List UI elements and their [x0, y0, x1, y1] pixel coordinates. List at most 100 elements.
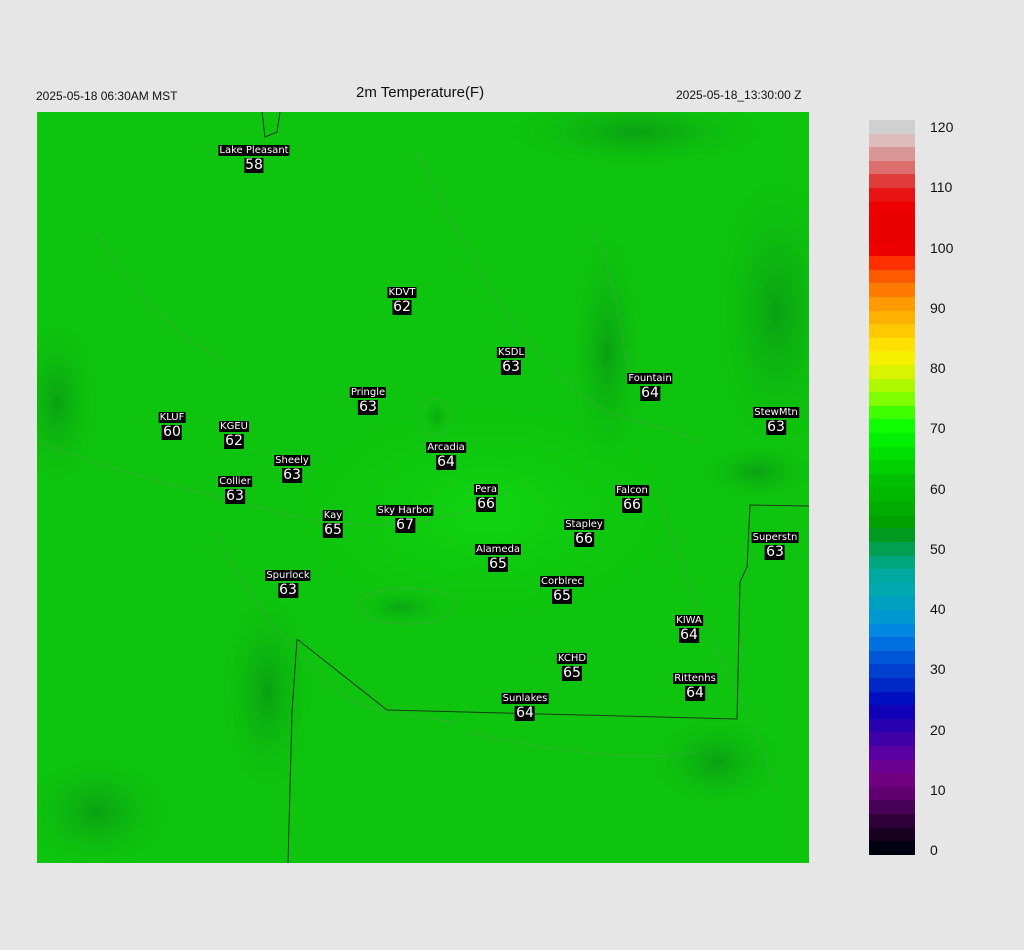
station-marker: KIWA 64 — [675, 615, 703, 643]
station-temperature: 66 — [476, 496, 496, 512]
colorbar-segment — [869, 378, 915, 393]
colorbar-segment — [869, 786, 915, 801]
station-marker: Sky Harbor 67 — [376, 505, 434, 533]
station-temperature: 65 — [552, 588, 572, 604]
station-name: Falcon — [615, 485, 649, 496]
colorbar-segment — [869, 392, 915, 406]
map-title: 2m Temperature(F) — [356, 84, 485, 101]
colorbar-segment — [869, 732, 915, 747]
station-name: Pera — [473, 484, 499, 495]
colorbar-segment — [869, 160, 915, 175]
temperature-map: Lake Pleasant 58 KDVT 62 KSDL 63 Fountain 64 Pri… — [37, 112, 809, 863]
utc-time-label: 2025-05-18_13:30:00 Z — [676, 88, 802, 102]
station-marker: KLUF 60 — [158, 412, 186, 440]
colorbar-segment — [869, 528, 915, 542]
station-temperature: 64 — [640, 385, 660, 401]
colorbar-segment — [869, 296, 915, 311]
colorbar-segment — [869, 174, 915, 189]
colorbar-segment — [869, 501, 915, 515]
colorbar-segment — [869, 514, 915, 529]
station-temperature: 63 — [225, 488, 245, 504]
colorbar-tick-label: 60 — [930, 480, 946, 497]
station-name: KGEU — [219, 421, 249, 432]
station-temperature: 63 — [282, 467, 302, 483]
station-marker: Superstn 63 — [751, 532, 799, 560]
colorbar-segment — [869, 555, 915, 570]
colorbar-segment — [869, 228, 915, 243]
colorbar-segment — [869, 460, 915, 474]
colorbar-segment — [869, 487, 915, 502]
station-name: Pringle — [349, 387, 387, 398]
colorbar-segment — [869, 446, 915, 461]
station-marker: KGEU 62 — [219, 421, 249, 449]
colorbar-segment — [869, 759, 915, 774]
colorbar-segment — [869, 541, 915, 556]
colorbar-segment — [869, 120, 915, 134]
colorbar-segment — [869, 419, 915, 434]
colorbar-tick-label: 10 — [930, 781, 946, 798]
station-marker: Sunlakes 64 — [501, 693, 549, 721]
colorbar-tick-label: 120 — [930, 119, 954, 135]
station-temperature: 62 — [224, 433, 244, 449]
colorbar-segment — [869, 215, 915, 229]
station-marker: Sheely 63 — [274, 455, 310, 483]
colorbar-tick-label: 80 — [930, 360, 946, 376]
colorbar-segment — [869, 324, 915, 338]
terrain-shade — [647, 712, 787, 812]
station-temperature: 65 — [562, 665, 582, 681]
colorbar-segment — [869, 746, 915, 760]
colorbar-tick-label: 110 — [930, 179, 953, 196]
colorbar-tick-label: 0 — [930, 842, 938, 858]
station-name: Spurlock — [265, 570, 311, 581]
station-marker: Falcon 66 — [615, 485, 649, 513]
colorbar-tick-label: 100 — [930, 239, 954, 256]
station-temperature: 60 — [162, 424, 182, 440]
colorbar-segment — [869, 201, 915, 216]
station-marker: Arcadia 64 — [426, 442, 466, 470]
station-name: KSDL — [496, 347, 526, 358]
station-temperature: 63 — [278, 582, 298, 598]
colorbar-segment — [869, 800, 915, 815]
station-name: Sunlakes — [501, 693, 549, 704]
station-name: StewMtn — [753, 407, 799, 418]
station-marker: StewMtn 63 — [753, 407, 799, 435]
colorbar-segment — [869, 664, 915, 678]
colorbar-segment — [869, 473, 915, 488]
station-marker: Spurlock 63 — [265, 570, 311, 598]
station-marker: KDVT 62 — [387, 287, 417, 315]
station-name: KIWA — [675, 615, 703, 626]
colorbar-segment — [869, 623, 915, 638]
colorbar-segment — [869, 677, 915, 692]
colorbar-segment — [869, 814, 915, 828]
colorbar-segment — [869, 718, 915, 733]
station-name: Rittenhs — [673, 673, 717, 684]
station-marker: Corblrec 65 — [540, 576, 584, 604]
colorbar-segment — [869, 364, 915, 379]
colorbar-segment — [869, 269, 915, 284]
station-name: Fountain — [627, 373, 673, 384]
station-marker: KSDL 63 — [496, 347, 526, 375]
colorbar-segment — [869, 351, 915, 365]
station-marker: Fountain 64 — [627, 373, 673, 401]
colorbar-segment — [869, 242, 915, 257]
station-temperature: 65 — [323, 522, 343, 538]
colorbar-segment — [869, 569, 915, 583]
station-temperature: 66 — [574, 531, 594, 547]
station-name: Alameda — [474, 544, 522, 555]
station-temperature: 64 — [515, 705, 535, 721]
colorbar-segment — [869, 650, 915, 665]
station-name: Stapley — [564, 519, 604, 530]
colorbar-tick-label: 70 — [930, 420, 946, 437]
colorbar-segment — [869, 827, 915, 842]
colorbar-segment — [869, 147, 915, 161]
colorbar — [869, 120, 915, 855]
station-name: Collier — [218, 476, 252, 487]
local-time-label: 2025-05-18 06:30AM MST — [36, 89, 178, 103]
station-marker: Pringle 63 — [349, 387, 387, 415]
station-marker: Collier 63 — [218, 476, 252, 504]
station-name: Superstn — [751, 532, 799, 543]
colorbar-segment — [869, 637, 915, 651]
colorbar-tick-label: 50 — [930, 540, 946, 557]
station-name: KDVT — [387, 287, 417, 298]
colorbar-segment — [869, 705, 915, 719]
